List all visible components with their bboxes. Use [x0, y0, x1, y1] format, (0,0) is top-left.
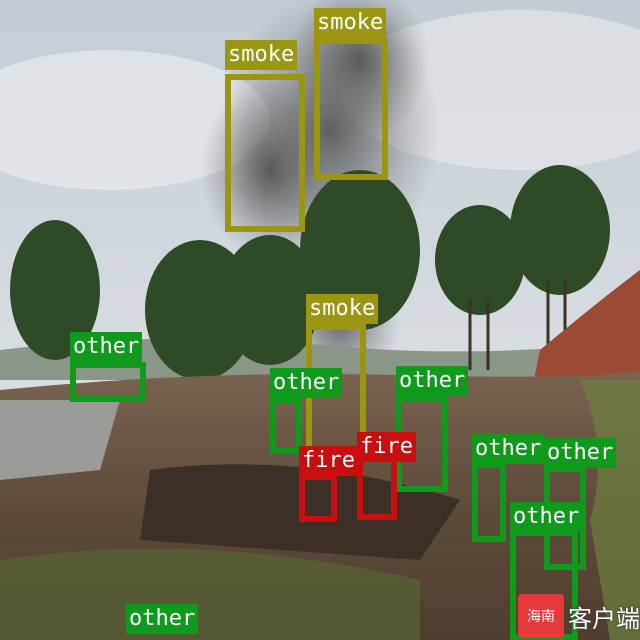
det-other-7-label: other: [126, 604, 199, 634]
watermark-text: 客户端: [568, 604, 640, 633]
watermark: 海南 客户端: [518, 594, 640, 638]
det-smoke-1-box: [225, 74, 305, 232]
det-other-6-label: other: [510, 502, 583, 532]
det-other-3-label: other: [396, 366, 469, 396]
det-other-1-box: [70, 362, 146, 402]
det-smoke-2-box: [314, 38, 388, 180]
det-other-2-label: other: [270, 368, 343, 398]
det-fire-2-label: fire: [357, 432, 416, 462]
det-other-4-label: other: [472, 434, 545, 464]
det-fire-1-label: fire: [299, 446, 358, 476]
det-smoke-3-label: smoke: [306, 294, 379, 324]
det-smoke-1-label: smoke: [225, 40, 298, 70]
det-other-5-label: other: [544, 438, 617, 468]
det-other-1-label: other: [70, 332, 143, 362]
det-smoke-2-label: smoke: [314, 8, 387, 38]
watermark-logo: 海南: [518, 594, 564, 638]
det-fire-1-box: [299, 474, 337, 522]
det-fire-2-box: [357, 456, 397, 520]
det-other-2-box: [270, 398, 302, 454]
det-other-4-box: [472, 462, 506, 542]
